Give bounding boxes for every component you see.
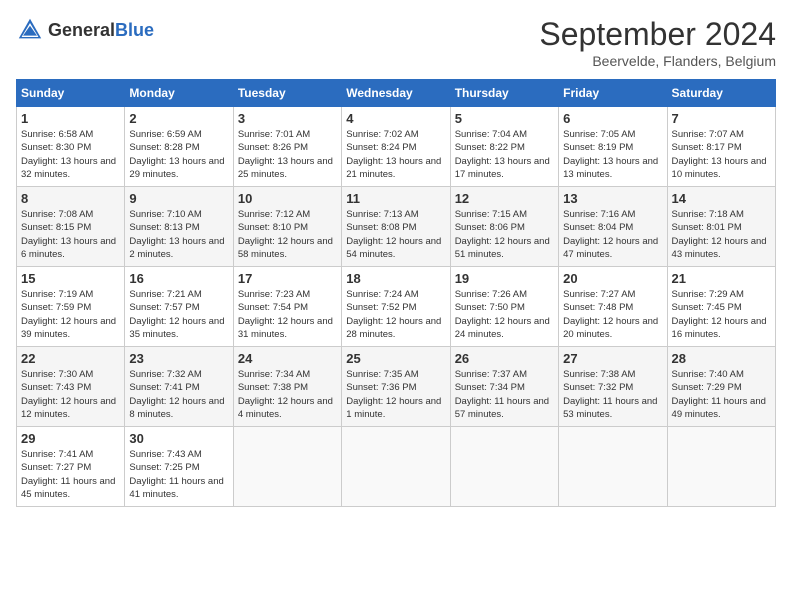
location-title: Beervelde, Flanders, Belgium	[539, 53, 776, 69]
table-row: 19Sunrise: 7:26 AMSunset: 7:50 PMDayligh…	[450, 267, 558, 347]
calendar-week-4: 29Sunrise: 7:41 AMSunset: 7:27 PMDayligh…	[17, 427, 776, 507]
logo-text-general: General	[48, 20, 115, 40]
table-row	[342, 427, 450, 507]
table-row: 7Sunrise: 7:07 AMSunset: 8:17 PMDaylight…	[667, 107, 775, 187]
table-row: 1Sunrise: 6:58 AMSunset: 8:30 PMDaylight…	[17, 107, 125, 187]
col-sunday: Sunday	[17, 80, 125, 107]
table-row: 27Sunrise: 7:38 AMSunset: 7:32 PMDayligh…	[559, 347, 667, 427]
table-row: 30Sunrise: 7:43 AMSunset: 7:25 PMDayligh…	[125, 427, 233, 507]
table-row	[559, 427, 667, 507]
table-row: 8Sunrise: 7:08 AMSunset: 8:15 PMDaylight…	[17, 187, 125, 267]
table-row: 21Sunrise: 7:29 AMSunset: 7:45 PMDayligh…	[667, 267, 775, 347]
table-row: 5Sunrise: 7:04 AMSunset: 8:22 PMDaylight…	[450, 107, 558, 187]
table-row: 3Sunrise: 7:01 AMSunset: 8:26 PMDaylight…	[233, 107, 341, 187]
logo-icon	[16, 16, 44, 44]
table-row: 4Sunrise: 7:02 AMSunset: 8:24 PMDaylight…	[342, 107, 450, 187]
table-row: 11Sunrise: 7:13 AMSunset: 8:08 PMDayligh…	[342, 187, 450, 267]
page-header: GeneralBlue September 2024 Beervelde, Fl…	[16, 16, 776, 69]
table-row: 12Sunrise: 7:15 AMSunset: 8:06 PMDayligh…	[450, 187, 558, 267]
col-friday: Friday	[559, 80, 667, 107]
table-row	[667, 427, 775, 507]
table-row: 20Sunrise: 7:27 AMSunset: 7:48 PMDayligh…	[559, 267, 667, 347]
table-row: 14Sunrise: 7:18 AMSunset: 8:01 PMDayligh…	[667, 187, 775, 267]
table-row: 18Sunrise: 7:24 AMSunset: 7:52 PMDayligh…	[342, 267, 450, 347]
table-row: 6Sunrise: 7:05 AMSunset: 8:19 PMDaylight…	[559, 107, 667, 187]
table-row: 22Sunrise: 7:30 AMSunset: 7:43 PMDayligh…	[17, 347, 125, 427]
table-row: 13Sunrise: 7:16 AMSunset: 8:04 PMDayligh…	[559, 187, 667, 267]
table-row: 29Sunrise: 7:41 AMSunset: 7:27 PMDayligh…	[17, 427, 125, 507]
table-row	[450, 427, 558, 507]
title-block: September 2024 Beervelde, Flanders, Belg…	[539, 16, 776, 69]
table-row: 15Sunrise: 7:19 AMSunset: 7:59 PMDayligh…	[17, 267, 125, 347]
table-row: 2Sunrise: 6:59 AMSunset: 8:28 PMDaylight…	[125, 107, 233, 187]
table-row: 24Sunrise: 7:34 AMSunset: 7:38 PMDayligh…	[233, 347, 341, 427]
calendar-week-0: 1Sunrise: 6:58 AMSunset: 8:30 PMDaylight…	[17, 107, 776, 187]
col-monday: Monday	[125, 80, 233, 107]
col-thursday: Thursday	[450, 80, 558, 107]
logo-text-blue: Blue	[115, 20, 154, 40]
logo: GeneralBlue	[16, 16, 154, 44]
table-row: 16Sunrise: 7:21 AMSunset: 7:57 PMDayligh…	[125, 267, 233, 347]
calendar-week-3: 22Sunrise: 7:30 AMSunset: 7:43 PMDayligh…	[17, 347, 776, 427]
col-tuesday: Tuesday	[233, 80, 341, 107]
table-row: 9Sunrise: 7:10 AMSunset: 8:13 PMDaylight…	[125, 187, 233, 267]
calendar-week-2: 15Sunrise: 7:19 AMSunset: 7:59 PMDayligh…	[17, 267, 776, 347]
calendar-header-row: Sunday Monday Tuesday Wednesday Thursday…	[17, 80, 776, 107]
table-row	[233, 427, 341, 507]
table-row: 23Sunrise: 7:32 AMSunset: 7:41 PMDayligh…	[125, 347, 233, 427]
table-row: 26Sunrise: 7:37 AMSunset: 7:34 PMDayligh…	[450, 347, 558, 427]
table-row: 17Sunrise: 7:23 AMSunset: 7:54 PMDayligh…	[233, 267, 341, 347]
col-saturday: Saturday	[667, 80, 775, 107]
table-row: 28Sunrise: 7:40 AMSunset: 7:29 PMDayligh…	[667, 347, 775, 427]
table-row: 10Sunrise: 7:12 AMSunset: 8:10 PMDayligh…	[233, 187, 341, 267]
col-wednesday: Wednesday	[342, 80, 450, 107]
month-title: September 2024	[539, 16, 776, 53]
calendar-week-1: 8Sunrise: 7:08 AMSunset: 8:15 PMDaylight…	[17, 187, 776, 267]
table-row: 25Sunrise: 7:35 AMSunset: 7:36 PMDayligh…	[342, 347, 450, 427]
calendar-table: Sunday Monday Tuesday Wednesday Thursday…	[16, 79, 776, 507]
